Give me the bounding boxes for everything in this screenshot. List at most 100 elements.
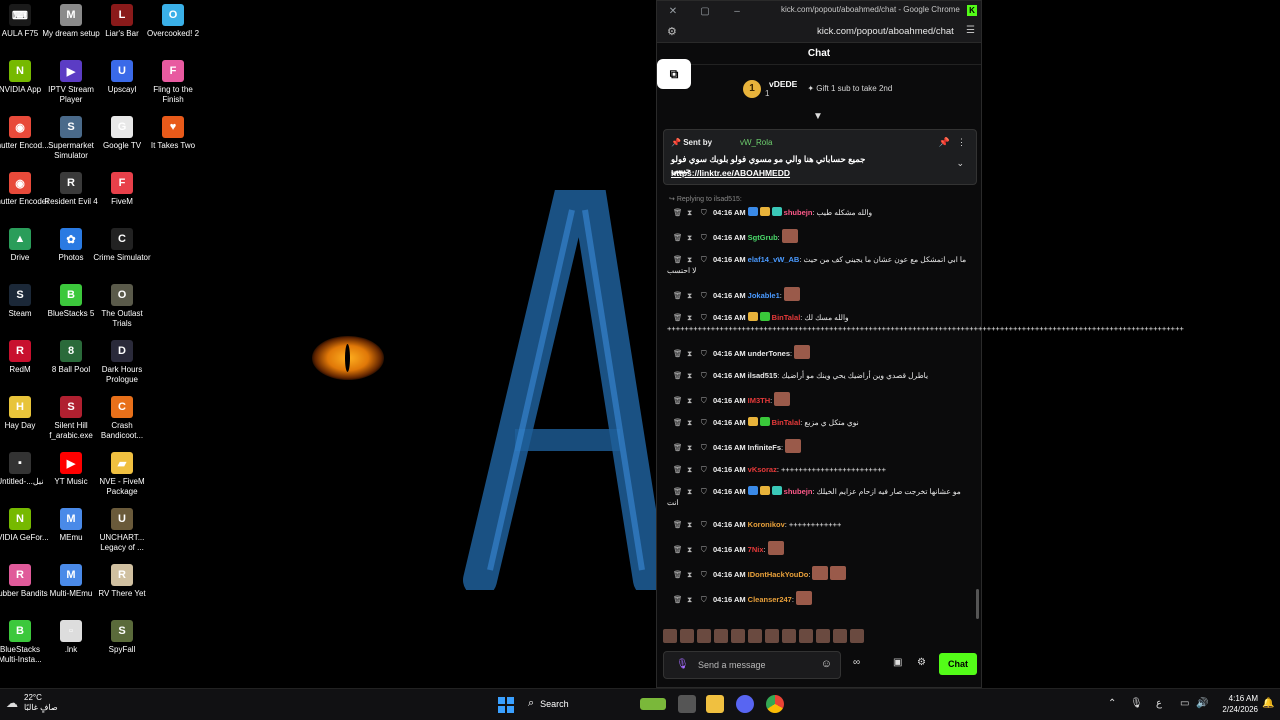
timeout-icon[interactable]: ⧗ [687, 395, 695, 406]
message-username[interactable]: elaf14_vW_AB [748, 255, 800, 264]
mod-actions-icon[interactable]: 🗑 [673, 232, 683, 243]
ban-icon[interactable]: ⛉ [701, 370, 709, 381]
timeout-icon[interactable]: ⧗ [687, 254, 695, 265]
mod-actions-icon[interactable]: 🗑 [673, 395, 683, 406]
minimize-icon[interactable]: – [721, 6, 753, 17]
desktop-icon[interactable]: ♥ It Takes Two [143, 112, 203, 168]
timeout-icon[interactable]: ⧗ [687, 464, 695, 475]
desktop-icon[interactable]: U UNCHART... Legacy of ... [92, 504, 152, 560]
mod-actions-icon[interactable]: 🗑 [673, 544, 683, 555]
file-explorer-icon[interactable] [706, 695, 724, 713]
timeout-icon[interactable]: ⧗ [687, 232, 695, 243]
chat-message[interactable]: 🗑 ⧗ ⛉ 04:16 AM IM3TH: [667, 392, 969, 406]
message-username[interactable]: shubejn [784, 487, 813, 496]
start-button[interactable] [498, 697, 514, 713]
timeout-icon[interactable]: ⧗ [687, 207, 695, 218]
ban-icon[interactable]: ⛉ [701, 594, 709, 605]
message-username[interactable]: BinTalal [772, 313, 801, 322]
emote[interactable] [731, 629, 745, 643]
timeout-icon[interactable]: ⧗ [687, 348, 695, 359]
mod-actions-icon[interactable]: 🗑 [673, 464, 683, 475]
emote[interactable] [748, 629, 762, 643]
collapse-arrow-icon[interactable]: ▼ [813, 111, 823, 122]
mic-icon[interactable]: 🎙 [676, 659, 689, 670]
emote[interactable] [714, 629, 728, 643]
timeout-icon[interactable]: ⧗ [687, 290, 695, 301]
ban-icon[interactable]: ⛉ [701, 312, 709, 323]
discord-icon[interactable] [736, 695, 754, 713]
unpin-icon[interactable]: 📌 [939, 137, 950, 148]
url-text[interactable]: kick.com/popout/aboahmed/chat [817, 26, 954, 37]
ban-icon[interactable]: ⛉ [701, 207, 709, 218]
mod-actions-icon[interactable]: 🗑 [673, 290, 683, 301]
ban-icon[interactable]: ⛉ [701, 417, 709, 428]
taskbar-search[interactable]: ⌕ Search [528, 697, 569, 710]
ban-icon[interactable]: ⛉ [701, 569, 709, 580]
desktop-icon[interactable]: D Dark Hours Prologue [92, 336, 152, 392]
mod-actions-icon[interactable]: 🗑 [673, 417, 683, 428]
ban-icon[interactable]: ⛉ [701, 348, 709, 359]
chat-message[interactable]: 🗑 ⧗ ⛉ 04:16 AM Cleanser247: [667, 591, 969, 605]
settings-icon[interactable]: ⚙ [917, 657, 926, 668]
desktop-icon[interactable]: ▰ NVE - FiveM Package [92, 448, 152, 504]
weather-widget[interactable]: ☁ 22°C صافٍ غالبًا [6, 693, 58, 713]
send-chat-button[interactable]: Chat [939, 653, 977, 675]
maximize-icon[interactable]: ▢ [689, 6, 721, 17]
input-language[interactable]: ع [1156, 698, 1162, 709]
gift-leaderboard[interactable]: 1 vDEDE 1 ✦ Gift 1 sub to take 2nd [743, 79, 892, 98]
volume-icon[interactable]: 🔊 [1196, 698, 1208, 709]
chat-message[interactable]: 🗑 ⧗ ⛉ 04:16 AM IDontHackYouDo: [667, 566, 969, 580]
message-username[interactable]: underTones [748, 349, 790, 358]
gift-box-icon[interactable]: ▣ [893, 657, 902, 668]
page-options-icon[interactable]: ☰ [966, 25, 975, 36]
system-clock[interactable]: 4:16 AM 2/24/2026 [1218, 693, 1258, 715]
mod-actions-icon[interactable]: 🗑 [673, 370, 683, 381]
taskbar-widget-icon[interactable] [640, 698, 666, 710]
chat-message[interactable]: 🗑 ⧗ ⛉ 04:16 AM vKsoraz: +++++++++++++++++++++… [667, 464, 969, 475]
emote[interactable] [765, 629, 779, 643]
message-username[interactable]: SgtGrub [748, 233, 778, 242]
chat-message[interactable]: 🗑 ⧗ ⛉ 04:16 AM elaf14_vW_AB: ما ابي اتمشكل مع… [667, 254, 969, 276]
timeout-icon[interactable]: ⧗ [687, 370, 695, 381]
ban-icon[interactable]: ⛉ [701, 290, 709, 301]
ban-icon[interactable]: ⛉ [701, 232, 709, 243]
desktop-icon[interactable]: S SpyFall [92, 616, 152, 672]
emote[interactable] [663, 629, 677, 643]
emote[interactable] [833, 629, 847, 643]
timeout-icon[interactable]: ⧗ [687, 519, 695, 530]
timeout-icon[interactable]: ⧗ [687, 417, 695, 428]
desktop-icon[interactable]: F FiveM [92, 168, 152, 224]
desktop-icon[interactable]: C Crime Simulator [92, 224, 152, 280]
message-username[interactable]: Koronikov [748, 520, 785, 529]
message-username[interactable]: BinTalal [772, 418, 801, 427]
mod-actions-icon[interactable]: 🗑 [673, 207, 683, 218]
chat-message[interactable]: 🗑 ⧗ ⛉ 04:16 AM BinTalal: والله مسك لك +++++++… [667, 312, 1184, 334]
mod-actions-icon[interactable]: 🗑 [673, 519, 683, 530]
emote[interactable] [680, 629, 694, 643]
message-username[interactable]: IM3TH [748, 396, 771, 405]
message-username[interactable]: Cleanser247 [748, 595, 792, 604]
chevron-down-icon[interactable]: ⌄ [956, 158, 964, 169]
ban-icon[interactable]: ⛉ [701, 544, 709, 555]
site-info-icon[interactable]: ⚙ [667, 25, 677, 38]
desktop-icon[interactable]: O The Outlast Trials [92, 280, 152, 336]
emote[interactable] [782, 629, 796, 643]
emote[interactable] [799, 629, 813, 643]
ban-icon[interactable]: ⛉ [701, 395, 709, 406]
emote[interactable] [697, 629, 711, 643]
chat-message[interactable]: 🗑 ⧗ ⛉ 04:16 AM BinTalal: نوي متكل ي مزبع [667, 417, 969, 428]
mod-actions-icon[interactable]: 🗑 [673, 569, 683, 580]
chat-message[interactable]: 🗑 ⧗ ⛉ 04:16 AM Jokable1: [667, 287, 969, 301]
chat-message[interactable]: 🗑 ⧗ ⛉ 04:16 AM ilsad515: ياطرل قصدي وين أراضي… [667, 370, 969, 381]
mic-tray-icon[interactable]: 🎙 [1130, 698, 1143, 709]
mod-actions-icon[interactable]: 🗑 [673, 486, 683, 497]
ban-icon[interactable]: ⛉ [701, 486, 709, 497]
pinned-link[interactable]: https://linktr.ee/ABOAHMEDD [671, 168, 790, 178]
desktop-icon[interactable]: F Fling to the Finish [143, 56, 203, 112]
mod-actions-icon[interactable]: 🗑 [673, 348, 683, 359]
pinned-sender[interactable]: vW_Rola [740, 138, 772, 147]
timeout-icon[interactable]: ⧗ [687, 569, 695, 580]
ban-icon[interactable]: ⛉ [701, 442, 709, 453]
mod-actions-icon[interactable]: 🗑 [673, 442, 683, 453]
desktop-icon[interactable]: C Crash Bandicoot... [92, 392, 152, 448]
